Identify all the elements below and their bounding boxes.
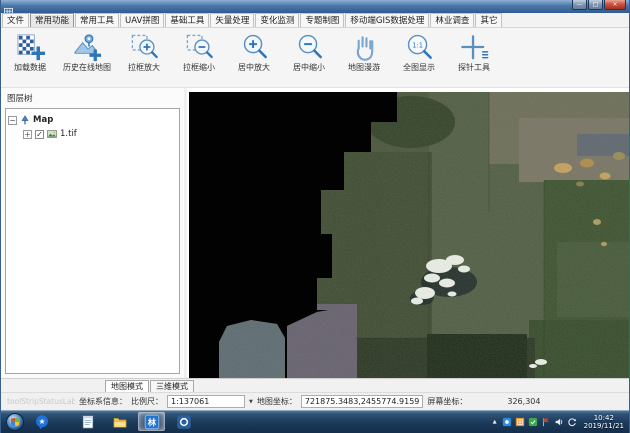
pan-hand-icon (349, 32, 380, 63)
view-tab-0[interactable]: 地图模式 (105, 380, 149, 392)
tray-expand-icon[interactable]: ▲ (491, 419, 499, 425)
layer-tree-child-row[interactable]: + ✓ 1.tif (8, 127, 177, 141)
ribbon-tabbar: 文件常用功能常用工具UAV拼图基础工具矢量处理变化监测专题制图移动端GIS数据处… (1, 13, 629, 28)
taskbar-app-1[interactable] (74, 412, 101, 431)
full-extent-icon: 1:1 (404, 32, 435, 63)
statusbar: toolStripStatusLabel1 坐标系信息： 比例尺： 1:1370… (1, 392, 629, 410)
tray-icons (502, 417, 577, 427)
titlebar: — □ × (1, 0, 629, 13)
ribbon-button-1[interactable]: 历史在线地图 (60, 30, 114, 73)
map-group-pin-icon (20, 115, 30, 125)
view-tab-1[interactable]: 三维模式 (150, 380, 194, 392)
ribbon-tab-7[interactable]: 专题制图 (300, 13, 344, 27)
layer-visibility-checkbox[interactable]: ✓ (35, 130, 44, 139)
ribbon-button-2[interactable]: 拉框放大 (119, 30, 169, 73)
system-tray: ▲ 10:42 2019/11/21 (491, 414, 624, 430)
expand-toggle-icon[interactable]: + (23, 130, 32, 139)
taskbar: ★林 ▲ 10:42 2019/11/21 (1, 410, 629, 433)
probe-tool-icon (459, 32, 490, 63)
volume-tray-icon[interactable] (554, 417, 564, 427)
start-button[interactable] (6, 413, 24, 431)
screen-coord-label: 屏幕坐标： (427, 396, 467, 407)
notepad-app-icon (80, 414, 96, 430)
layer-group-label[interactable]: Map (33, 115, 53, 125)
ribbon-button-3[interactable]: 拉框缩小 (174, 30, 224, 73)
crs-info-label: 坐标系信息： (79, 396, 127, 407)
taskbar-app-2[interactable] (106, 412, 133, 431)
application-window: — □ × 文件常用功能常用工具UAV拼图基础工具矢量处理变化监测专题制图移动端… (0, 0, 630, 433)
scale-dropdown-icon[interactable]: ▼ (249, 399, 253, 405)
layer-name-label[interactable]: 1.tif (60, 129, 77, 139)
window-controls: — □ × (572, 0, 626, 13)
clock-date: 2019/11/21 (584, 422, 624, 430)
ribbon-tab-8[interactable]: 移动端GIS数据处理 (345, 13, 429, 27)
zoom-out-box-icon (184, 32, 215, 63)
ribbon-tab-0[interactable]: 文件 (2, 13, 29, 27)
ribbon-tab-4[interactable]: 基础工具 (165, 13, 209, 27)
map-coord-label: 地图坐标： (257, 396, 297, 407)
ribbon-tab-2[interactable]: 常用工具 (75, 13, 119, 27)
collapse-toggle-icon[interactable]: − (8, 116, 17, 125)
forestry-app-icon: 林 (144, 414, 160, 430)
svg-text:1:1: 1:1 (412, 41, 423, 49)
taskbar-app-0[interactable]: ★ (28, 412, 55, 431)
screen-coord-value: 326,304 (507, 397, 540, 406)
ribbon-button-0[interactable]: 加载数据 (5, 30, 55, 73)
clock-time: 10:42 (584, 414, 624, 422)
zoom-in-center-icon (239, 32, 270, 63)
layer-tree: − Map + ✓ 1.tif (5, 108, 180, 374)
ring-app-icon (176, 414, 192, 430)
map-canvas[interactable] (189, 92, 630, 378)
maximize-button[interactable]: □ (588, 0, 603, 10)
ribbon-tab-1[interactable]: 常用功能 (30, 13, 74, 27)
scale-label: 比例尺： (131, 396, 163, 407)
ribbon-tab-5[interactable]: 矢量处理 (210, 13, 254, 27)
orange-tray-icon[interactable] (515, 417, 525, 427)
load-data-icon (15, 32, 46, 63)
taskbar-app-4[interactable] (170, 412, 197, 431)
blue-tray-icon[interactable] (502, 417, 512, 427)
history-online-map-icon (72, 32, 103, 63)
ribbon-button-6[interactable]: 地图漫游 (339, 30, 389, 73)
flag-tray-icon[interactable] (541, 417, 551, 427)
map-coord-value: 721875.3483,2455774.9159 (301, 395, 424, 408)
layer-tree-root-row[interactable]: − Map (8, 113, 177, 127)
app-window-icon (4, 2, 13, 11)
view-tabbar: 地图模式三维模式 (1, 378, 629, 392)
folder-app-icon (112, 414, 128, 430)
close-button[interactable]: × (604, 0, 626, 10)
ribbon-tab-9[interactable]: 林业调查 (430, 13, 474, 27)
ribbon-button-5[interactable]: 居中缩小 (284, 30, 334, 73)
minimize-button[interactable]: — (572, 0, 587, 10)
main-area: 图层树 − Map + ✓ 1.tif (1, 88, 629, 378)
taskbar-apps: ★林 (28, 412, 197, 431)
ribbon-button-8[interactable]: 探针工具 (449, 30, 499, 73)
svg-text:★: ★ (38, 417, 45, 426)
layers-panel-title: 图层树 (1, 88, 184, 106)
ribbon-tab-6[interactable]: 变化监测 (255, 13, 299, 27)
zoom-in-box-icon (129, 32, 160, 63)
zoom-out-center-icon (294, 32, 325, 63)
ribbon-tab-10[interactable]: 其它 (475, 13, 502, 27)
taskbar-clock[interactable]: 10:42 2019/11/21 (584, 414, 624, 430)
status-placeholder-label: toolStripStatusLabel1 (7, 397, 75, 406)
ribbon-button-7[interactable]: 1:1全图显示 (394, 30, 444, 73)
layers-panel: 图层树 − Map + ✓ 1.tif (1, 88, 184, 378)
raster-layer-icon (47, 129, 57, 139)
ribbon-tab-3[interactable]: UAV拼图 (120, 13, 164, 27)
green-tray-icon[interactable] (528, 417, 538, 427)
svg-text:林: 林 (147, 417, 156, 427)
sync-tray-icon[interactable] (567, 417, 577, 427)
map-panel (187, 88, 630, 378)
ribbon-button-4[interactable]: 居中放大 (229, 30, 279, 73)
windows-logo-icon (11, 417, 20, 426)
scale-input[interactable]: 1:137061 (167, 395, 245, 408)
ribbon-toolbar: 加载数据历史在线地图拉框放大拉框缩小居中放大居中缩小地图漫游1:1全图显示探针工… (1, 28, 629, 88)
taskbar-app-3[interactable]: 林 (138, 412, 165, 431)
chat-star-app-icon: ★ (34, 414, 50, 430)
